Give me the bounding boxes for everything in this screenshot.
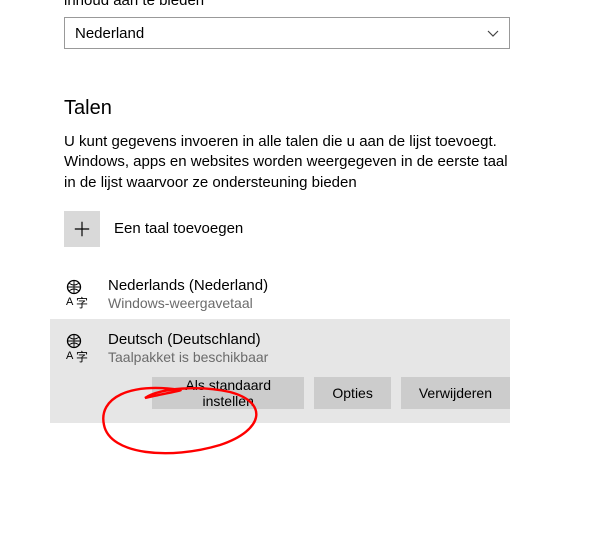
add-language-button[interactable]: Een taal toevoegen xyxy=(64,211,510,247)
chevron-down-icon xyxy=(487,27,499,39)
language-subtitle: Taalpakket is beschikbaar xyxy=(108,349,510,365)
language-item-nl[interactable]: A 字 Nederlands (Nederland) Windows-weerg… xyxy=(64,269,510,319)
region-description-partial: inhoud aan te bieden xyxy=(64,0,510,9)
languages-description: U kunt gegevens invoeren in alle talen d… xyxy=(64,132,510,193)
options-button[interactable]: Opties xyxy=(314,377,390,409)
svg-text:字: 字 xyxy=(76,349,88,363)
add-language-label: Een taal toevoegen xyxy=(114,220,243,237)
language-item-de[interactable]: A 字 Deutsch (Deutschland) Taalpakket is … xyxy=(50,319,510,423)
country-dropdown[interactable]: Nederland xyxy=(64,17,510,49)
set-default-button[interactable]: Als standaard instellen xyxy=(152,377,304,409)
language-name: Deutsch (Deutschland) xyxy=(108,331,510,348)
language-icon: A 字 xyxy=(64,279,94,309)
languages-heading: Talen xyxy=(64,97,510,120)
remove-button[interactable]: Verwijderen xyxy=(401,377,510,409)
plus-icon xyxy=(64,211,100,247)
svg-text:字: 字 xyxy=(76,295,88,309)
language-icon: A 字 xyxy=(64,333,94,363)
language-name: Nederlands (Nederland) xyxy=(108,277,268,294)
country-dropdown-value: Nederland xyxy=(75,25,144,42)
language-subtitle: Windows-weergavetaal xyxy=(108,295,268,311)
svg-text:A: A xyxy=(66,296,74,308)
svg-text:A: A xyxy=(66,350,74,362)
